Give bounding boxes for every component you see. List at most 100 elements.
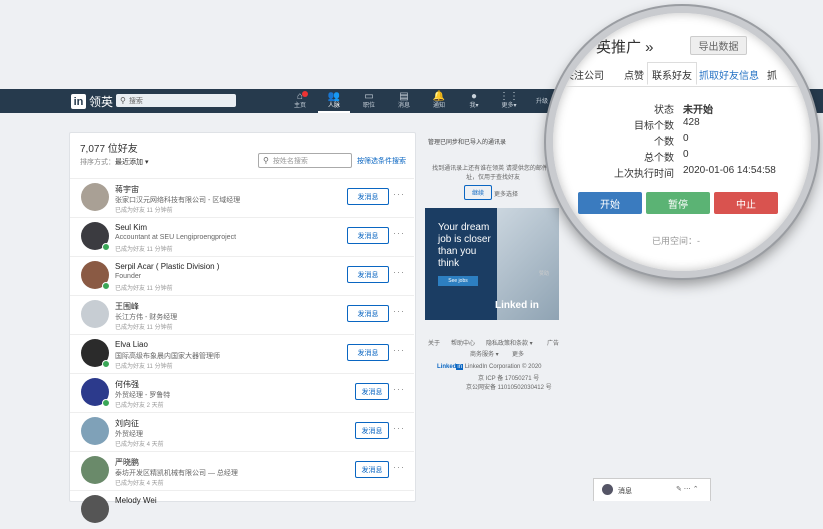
last-run-key: 上次执行时间	[614, 169, 674, 180]
connection-row[interactable]: 何伟强 外贸经理 - 罗鲁特 已成为好友 2 天前 发消息 ···	[70, 373, 414, 412]
connection-avatar[interactable]	[81, 495, 109, 523]
tab-contact-friends[interactable]: 联系好友	[647, 62, 697, 85]
linkedin-logo[interactable]: in 领英	[71, 93, 113, 110]
more-options-icon[interactable]: ···	[393, 267, 405, 277]
nav-notifications-label: 通知	[432, 103, 445, 109]
connection-time: 已成为好友 11 分钟前	[115, 325, 173, 331]
magnifier-overlay: 英推广 » 导出数据 关注公司 点赞 联系好友 抓取好友信息 抓 状态 未开始 …	[546, 6, 818, 278]
nav-home-label: 主页	[293, 103, 306, 109]
nav-notifications[interactable]: 🔔 通知	[423, 91, 455, 110]
message-button[interactable]: 发消息	[347, 188, 389, 205]
more-options-icon[interactable]: ···	[393, 384, 405, 394]
total-count-value: 0	[683, 149, 689, 160]
connection-name[interactable]: 刘向征	[115, 418, 139, 429]
connection-name[interactable]: 严晓鹏	[115, 457, 139, 468]
connection-name[interactable]: Melody Wei	[115, 496, 157, 505]
sort-label: 排序方式：	[80, 159, 115, 166]
see-jobs-button[interactable]: See jobs	[438, 276, 478, 286]
connection-row[interactable]: Elva Liao 国际高级布象晨内国家大器管理师 已成为好友 11 分钟前 发消息 ·…	[70, 334, 414, 373]
connection-avatar[interactable]	[81, 300, 109, 328]
more-options-icon[interactable]: ···	[393, 189, 405, 199]
more-options-icon[interactable]: ···	[393, 228, 405, 238]
more-options-icon[interactable]: ···	[393, 462, 405, 472]
connection-row[interactable]: 刘向征 外贸经理 已成为好友 4 天前 发消息 ···	[70, 412, 414, 451]
nav-people[interactable]: 👥 人脉	[318, 91, 350, 113]
sort-control[interactable]: 排序方式：最近添加 ▾	[80, 157, 148, 167]
tab-more[interactable]: 抓	[767, 67, 777, 82]
nav-me[interactable]: ● 我▾	[458, 91, 490, 110]
connection-row[interactable]: Melody Wei	[70, 490, 414, 529]
connection-name[interactable]: 蒋宇宙	[115, 184, 139, 195]
connection-name[interactable]: 何伟强	[115, 379, 139, 390]
connection-name[interactable]: Seul Kim	[115, 223, 147, 232]
connection-name[interactable]: Elva Liao	[115, 340, 148, 349]
total-count-key: 总个数	[644, 153, 674, 164]
connection-row[interactable]: 蒋宇宙 张家口汉元网络科技有限公司 - 区域经理 已成为好友 11 分钟前 发消息 ··…	[70, 178, 414, 217]
messaging-label: 消息	[618, 488, 632, 495]
connection-row[interactable]: 严晓鹏 泰坊开发区精凯机械有限公司 — 总经理 已成为好友 4 天前 发消息 ···	[70, 451, 414, 490]
footer-business[interactable]: 商务服务 ▾	[470, 349, 499, 358]
connection-row[interactable]: 王围峰 长江方伟 - 财务经理 已成为好友 11 分钟前 发消息 ···	[70, 295, 414, 334]
nav-jobs-label: 职位	[362, 103, 375, 109]
nav-more-label: 更多▾	[501, 103, 517, 109]
connection-name[interactable]: 王围峰	[115, 301, 139, 312]
bell-icon: 🔔	[432, 91, 446, 102]
import-description: 找到通讯录上还有谁在领英 请提供您的邮件地址，仅用于查找好友	[432, 166, 554, 181]
footer-ads[interactable]: 广告	[547, 338, 559, 347]
message-button[interactable]: 发消息	[347, 305, 389, 322]
nav-jobs[interactable]: ▭ 职位	[353, 91, 385, 110]
connection-name[interactable]: Serpil Acar ( Plastic Division )	[115, 262, 219, 271]
footer-police[interactable]: 京公网安备 11010502030412 号	[466, 382, 552, 391]
footer-about[interactable]: 关于	[428, 338, 440, 347]
nav-more[interactable]: ⋮⋮ 更多▾	[493, 91, 525, 110]
stop-button[interactable]: 中止	[714, 192, 778, 214]
messaging-bar[interactable]: 消息 ✎ ⋯ ⌃	[593, 478, 711, 501]
target-count-key: 目标个数	[634, 121, 674, 132]
footer-privacy[interactable]: 隐私政策和条款 ▾	[486, 338, 533, 347]
nav-me-label: 我▾	[469, 103, 479, 109]
continue-button[interactable]: 继续	[464, 185, 492, 200]
connection-search-input[interactable]: ⚲ 按姓名搜索	[258, 153, 352, 168]
sponsored-tag: 赞助	[539, 271, 550, 277]
tab-fetch-friend-info[interactable]: 抓取好友信息	[699, 67, 759, 82]
message-button[interactable]: 发消息	[355, 383, 389, 400]
connection-row[interactable]: Seul Kim Accountant at SEU Lengiproengpro…	[70, 217, 414, 256]
connection-avatar[interactable]	[81, 456, 109, 484]
compose-icon[interactable]: ✎ ⋯ ⌃	[676, 485, 699, 493]
more-options-icon[interactable]: ···	[393, 345, 405, 355]
jobs-ad[interactable]: Your dream job is closer than you think …	[425, 208, 559, 320]
online-status-dot	[102, 282, 110, 290]
connection-avatar[interactable]	[81, 417, 109, 445]
more-options-icon[interactable]: ···	[393, 306, 405, 316]
nav-home[interactable]: ⌂ 主页	[284, 91, 316, 110]
more-options-link[interactable]: 更多选择	[494, 189, 518, 198]
global-search-input[interactable]: ⚲ 搜索	[116, 94, 236, 107]
count-value: 0	[683, 133, 689, 144]
start-button[interactable]: 开始	[578, 192, 642, 214]
export-data-button[interactable]: 导出数据	[690, 36, 747, 55]
message-button[interactable]: 发消息	[347, 227, 389, 244]
plugin-title: 英推广 »	[596, 39, 654, 56]
message-button[interactable]: 发消息	[355, 461, 389, 478]
briefcase-icon: ▭	[364, 91, 374, 102]
connection-row[interactable]: Serpil Acar ( Plastic Division ) Founder 已…	[70, 256, 414, 295]
message-button[interactable]: 发消息	[355, 422, 389, 439]
message-button[interactable]: 发消息	[347, 266, 389, 283]
connections-count: 7,077 位好友	[80, 144, 138, 155]
advanced-search-link[interactable]: 按筛选条件搜索	[357, 156, 406, 166]
sort-value[interactable]: 最近添加 ▾	[115, 159, 148, 166]
manage-contacts-link[interactable]: 管理已同步和已导入的通讯录	[428, 137, 506, 146]
more-options-icon[interactable]: ···	[393, 423, 405, 433]
nav-messaging[interactable]: ▤ 消息	[388, 91, 420, 110]
footer-icp[interactable]: 京 ICP 备 17050271 号	[478, 373, 539, 382]
connection-avatar[interactable]	[81, 183, 109, 211]
connection-time: 已成为好友 11 分钟前	[115, 364, 173, 370]
footer-logo: Linkedin LinkedIn Corporation © 2020	[437, 364, 542, 370]
footer-more[interactable]: 更多	[512, 349, 524, 358]
message-button[interactable]: 发消息	[347, 344, 389, 361]
footer-help[interactable]: 帮助中心	[451, 338, 475, 347]
target-count-value: 428	[683, 117, 700, 128]
pause-button[interactable]: 暂停	[646, 192, 710, 214]
tab-follow-company[interactable]: 关注公司	[564, 67, 604, 82]
tab-like[interactable]: 点赞	[624, 67, 644, 82]
